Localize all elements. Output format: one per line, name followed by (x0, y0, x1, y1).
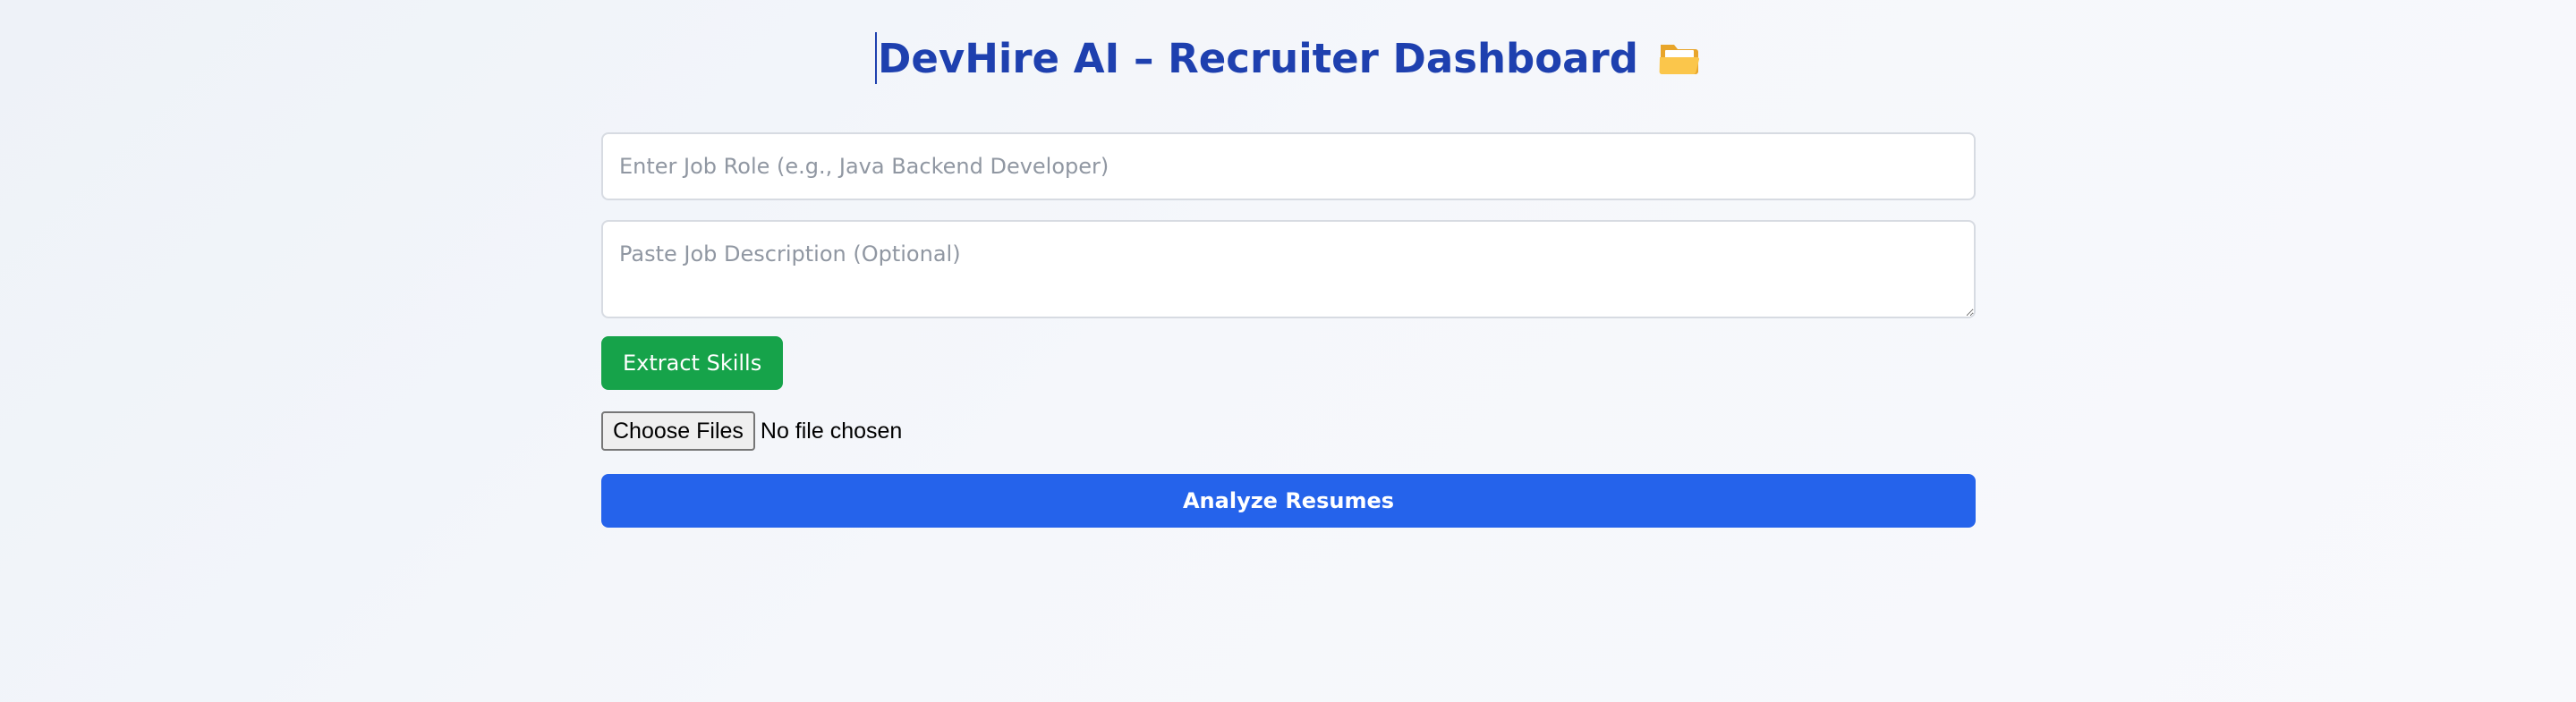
page-title: DevHire AI – Recruiter Dashboard (878, 34, 1638, 82)
open-folder-icon (1658, 40, 1701, 76)
recruiter-form: Extract Skills Choose Files No file chos… (601, 132, 1976, 528)
extract-skills-button[interactable]: Extract Skills (601, 336, 784, 390)
file-status-text: No file chosen (760, 418, 903, 444)
analyze-resumes-button[interactable]: Analyze Resumes (601, 474, 1976, 528)
choose-files-button[interactable]: Choose Files (601, 411, 755, 451)
text-cursor (875, 32, 878, 84)
file-upload: Choose Files No file chosen (601, 411, 1976, 451)
job-role-input[interactable] (601, 132, 1976, 200)
job-description-textarea[interactable] (601, 220, 1976, 318)
page-header: DevHire AI – Recruiter Dashboard (0, 27, 2576, 89)
